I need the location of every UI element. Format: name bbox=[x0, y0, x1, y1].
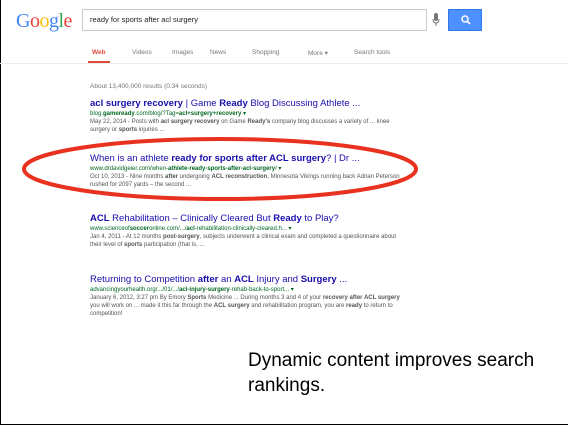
text-run: May 22, 2014 - Posts with bbox=[90, 119, 161, 125]
text-run: ... bbox=[336, 274, 348, 285]
text-run: Injury and bbox=[253, 274, 301, 285]
tab-news[interactable]: News bbox=[210, 49, 226, 56]
text-run: gameready bbox=[103, 111, 135, 117]
result-stats: About 13,400,000 results (0.34 seconds) bbox=[90, 83, 208, 90]
text-run: an bbox=[218, 274, 235, 285]
text-run: online.com/.../ bbox=[149, 226, 187, 232]
text-run: soccer bbox=[129, 226, 150, 232]
text-run: post-surgery bbox=[162, 234, 200, 240]
text-run: Ready's bbox=[247, 119, 271, 125]
text-run: www.science bbox=[90, 226, 125, 232]
logo-letter: o bbox=[39, 10, 49, 32]
result-title-link[interactable]: acl surgery recovery | Game Ready Blog D… bbox=[90, 98, 420, 110]
search-icon bbox=[461, 15, 471, 25]
search-input[interactable]: ready for sports after acl surgery bbox=[82, 9, 427, 31]
text-run: sports bbox=[118, 127, 138, 133]
text-run: on Game bbox=[219, 119, 248, 125]
tab-web[interactable]: Web bbox=[92, 49, 106, 56]
text-run: Rehabilitation – Clinically Cleared But bbox=[109, 213, 274, 224]
search-result: Returning to Competition after an ACL In… bbox=[90, 274, 420, 318]
text-run: | Game bbox=[182, 98, 220, 109]
text-run: advancingyourhealth.org/.../01/.../ bbox=[90, 287, 180, 293]
text-run: you will work on ... made it this far th… bbox=[90, 303, 214, 309]
result-url[interactable]: blog.gameready.com/blog/?Tag=acl+surgery… bbox=[90, 110, 420, 118]
text-run: .com/blog/?Tag= bbox=[134, 111, 179, 117]
tab-images[interactable]: Images bbox=[172, 49, 193, 56]
text-run: acl-injury-surgery bbox=[179, 287, 230, 293]
text-run: ACL surgery bbox=[213, 303, 250, 309]
tab-shopping[interactable]: Shopping bbox=[252, 49, 279, 56]
text-run: January 6, 2012, 3:27 pm By Emory bbox=[90, 295, 188, 301]
highlight-oval-annotation bbox=[22, 137, 418, 201]
text-run: injuries ... bbox=[137, 127, 165, 133]
google-logo[interactable]: Google bbox=[16, 10, 72, 33]
text-run: and rehabilitation program, you are bbox=[249, 303, 347, 309]
text-run: acl+surgery+recovery bbox=[178, 111, 242, 117]
text-run: Sports bbox=[187, 295, 207, 301]
text-run: Blog Discussing Athlete ... bbox=[247, 98, 361, 109]
result-snippet: January 6, 2012, 3:27 pm By Emory Sports… bbox=[90, 294, 408, 318]
result-url[interactable]: www.scienceofsocceronline.com/.../acl-re… bbox=[90, 225, 420, 233]
result-title-link[interactable]: ACL Rehabilitation – Clinically Cleared … bbox=[90, 213, 420, 225]
search-result: acl surgery recovery | Game Ready Blog D… bbox=[90, 98, 420, 134]
text-run: acl surgery recovery bbox=[90, 98, 183, 109]
tab-more[interactable]: More ▾ bbox=[308, 49, 328, 57]
text-run: Ready bbox=[273, 213, 302, 224]
tab-videos[interactable]: Videos bbox=[132, 49, 152, 56]
text-run: Ready bbox=[219, 98, 248, 109]
text-run: Jan 4, 2011 - At 12 months bbox=[90, 234, 163, 240]
logo-letter: g bbox=[48, 10, 59, 32]
result-snippet: May 22, 2014 - Posts with acl surgery re… bbox=[90, 118, 408, 134]
text-run: Returning to Competition bbox=[90, 274, 198, 285]
text-run: -rehabilitation-clinically-cleared.h... … bbox=[194, 226, 292, 232]
text-run: acl bbox=[186, 226, 195, 232]
result-title-link[interactable]: Returning to Competition after an ACL In… bbox=[90, 274, 420, 286]
text-run: ACL bbox=[90, 213, 110, 224]
result-snippet: Jan 4, 2011 - At 12 months post-surgery,… bbox=[90, 233, 408, 249]
logo-letter: e bbox=[63, 10, 73, 32]
text-run: ACL bbox=[234, 274, 254, 285]
logo-letter: G bbox=[16, 10, 30, 32]
text-run: to Play? bbox=[301, 213, 339, 224]
tab-search-tools[interactable]: Search tools bbox=[354, 49, 390, 56]
text-run: Medicine ... During months 3 and 4 of yo… bbox=[206, 295, 323, 301]
text-run: participation (that is, ... bbox=[142, 242, 205, 248]
logo-letter: o bbox=[29, 10, 40, 32]
microphone-icon[interactable] bbox=[432, 13, 440, 27]
text-run: after bbox=[197, 274, 219, 285]
text-run: recovery after ACL surgery bbox=[322, 295, 400, 301]
search-button[interactable] bbox=[448, 9, 482, 31]
text-run: ▾ bbox=[241, 111, 246, 117]
text-run: blog. bbox=[90, 111, 104, 117]
text-run: sports bbox=[124, 242, 143, 248]
text-run: -rehab-back-to-sport... ▾ bbox=[229, 287, 294, 293]
tabs-divider bbox=[0, 63, 568, 64]
slide-caption: Dynamic content improves search rankings… bbox=[248, 350, 535, 396]
text-run: ready bbox=[346, 303, 363, 309]
text-run: acl surgery recovery bbox=[160, 119, 220, 125]
result-url[interactable]: advancingyourhealth.org/.../01/.../acl-i… bbox=[90, 286, 420, 294]
search-result: ACL Rehabilitation – Clinically Cleared … bbox=[90, 213, 420, 249]
text-run: Surgery bbox=[300, 274, 337, 285]
